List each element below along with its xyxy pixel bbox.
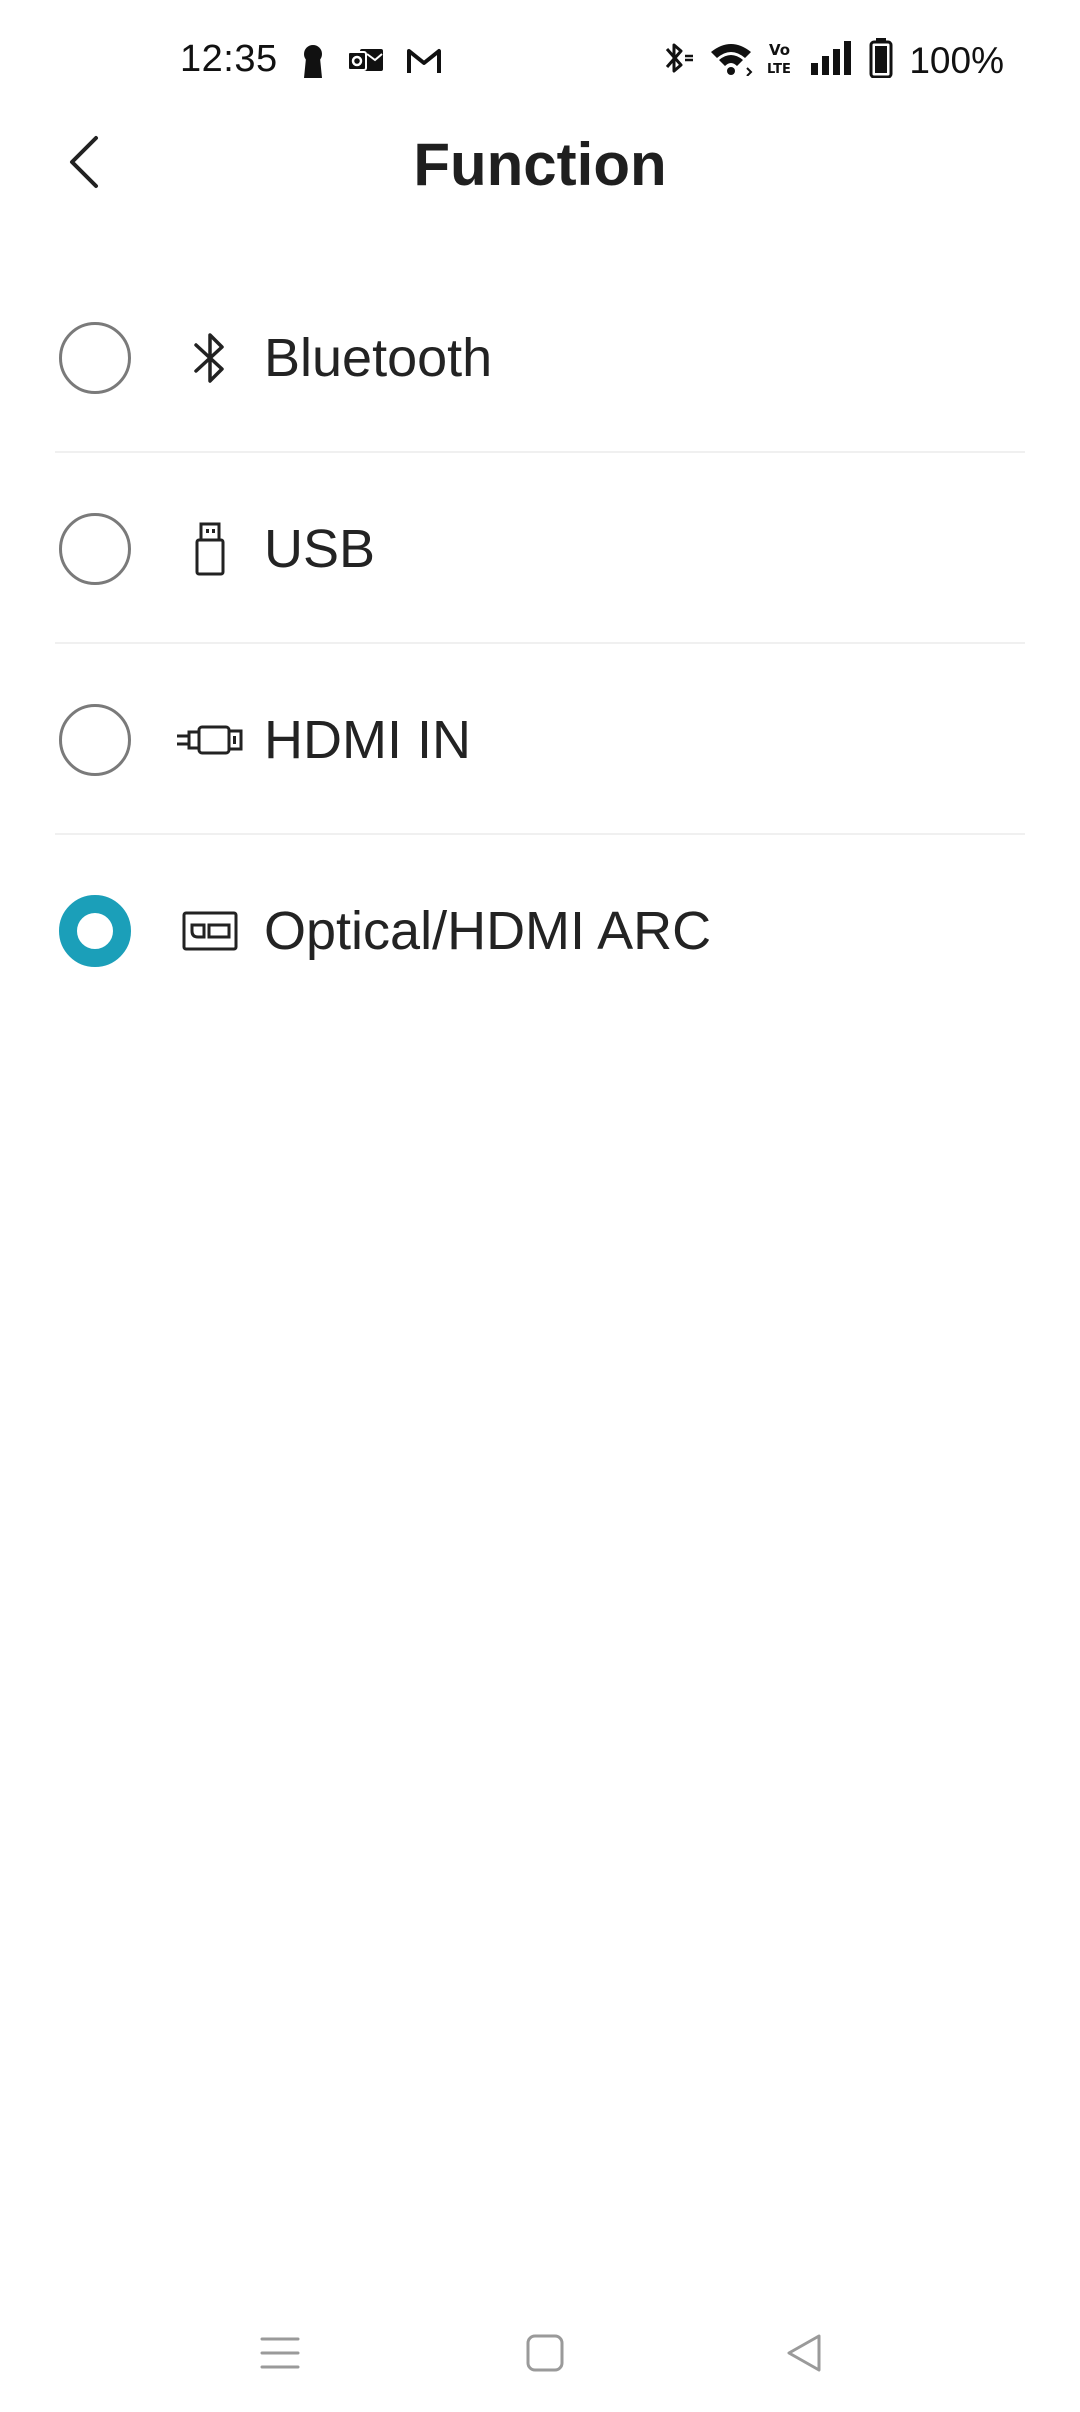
- screen: 12:35 Vo LTE 100% Function Bluetooth USB…: [0, 0, 1080, 2412]
- wifi-icon: [709, 40, 753, 81]
- home-square-icon: [525, 2333, 565, 2378]
- navigation-bar: [0, 2290, 1080, 2412]
- volte-bottom-text: LTE: [767, 62, 791, 76]
- bluetooth-icon: [661, 39, 695, 82]
- menu-icon: [259, 2335, 301, 2376]
- volte-icon: Vo LTE: [767, 40, 795, 81]
- status-time: 12:35: [180, 38, 278, 80]
- option-bluetooth[interactable]: Bluetooth: [0, 262, 1080, 453]
- outlook-icon: [347, 46, 384, 81]
- option-label-hdmi-in: HDMI IN: [264, 709, 471, 770]
- recent-apps-button[interactable]: [245, 2320, 315, 2390]
- option-label-bluetooth: Bluetooth: [264, 327, 493, 388]
- status-bar: 12:35 Vo LTE 100%: [0, 0, 1080, 120]
- option-hdmi-in[interactable]: HDMI IN: [0, 644, 1080, 835]
- usb-drive-icon: [175, 514, 245, 584]
- volte-top-text: Vo: [769, 41, 790, 59]
- option-usb[interactable]: USB: [0, 453, 1080, 644]
- home-button[interactable]: [510, 2320, 580, 2390]
- gmail-icon: [406, 47, 442, 80]
- status-right-icons: Vo LTE 100%: [661, 38, 1004, 83]
- battery-icon: [869, 38, 893, 83]
- page-title: Function: [413, 131, 667, 198]
- header: Function: [0, 120, 1080, 280]
- function-option-list: Bluetooth USB HDMI IN Optical/HDMI ARC: [0, 262, 1080, 1026]
- signal-icon: [809, 41, 855, 80]
- back-triangle-icon: [785, 2332, 825, 2379]
- option-label-optical-hdmi-arc: Optical/HDMI ARC: [264, 900, 712, 961]
- bluetooth-icon: [175, 323, 245, 393]
- radio-bluetooth[interactable]: [59, 321, 131, 394]
- keyhole-icon: [300, 44, 326, 83]
- status-left-icons: [300, 44, 442, 83]
- hdmi-arc-port-icon: [175, 896, 245, 966]
- radio-usb[interactable]: [59, 512, 131, 585]
- option-optical-hdmi-arc[interactable]: Optical/HDMI ARC: [0, 835, 1080, 1026]
- radio-hdmi-in[interactable]: [59, 703, 131, 776]
- option-label-usb: USB: [264, 518, 376, 579]
- hdmi-cable-icon: [175, 705, 245, 775]
- back-nav-button[interactable]: [770, 2320, 840, 2390]
- radio-optical-hdmi-arc[interactable]: [59, 894, 131, 967]
- battery-percent: 100%: [909, 39, 1004, 81]
